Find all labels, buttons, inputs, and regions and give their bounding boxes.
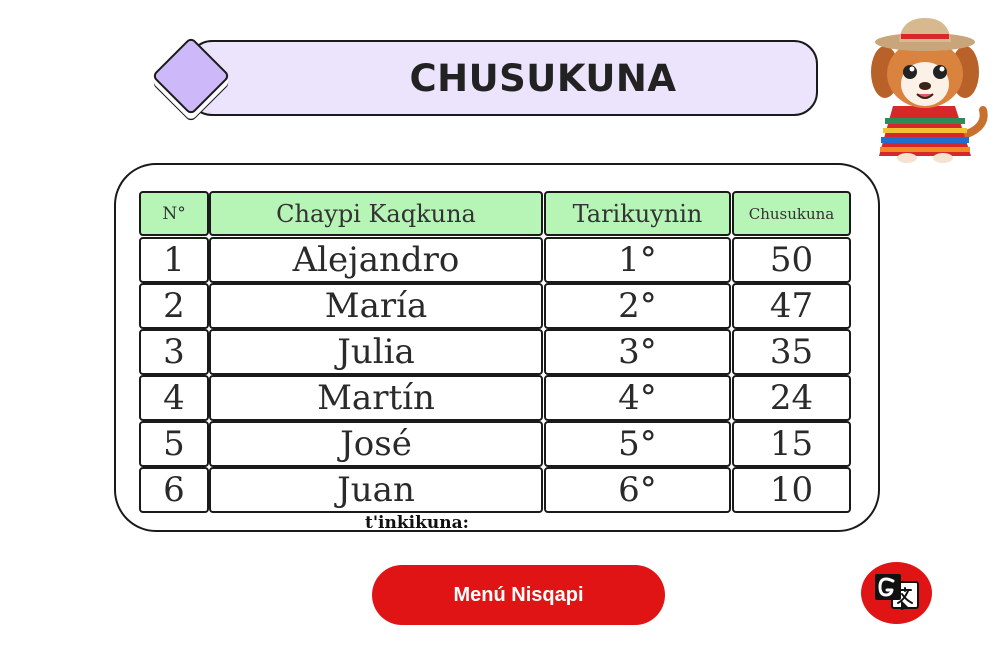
row-position: 3°: [544, 329, 731, 375]
menu-button[interactable]: Menú Nisqapi: [372, 565, 665, 625]
row-name: Julia: [209, 329, 543, 375]
row-position: 5°: [544, 421, 731, 467]
header-name: Chaypi Kaqkuna: [209, 191, 543, 236]
row-name: José: [209, 421, 543, 467]
translate-button[interactable]: [861, 562, 932, 624]
row-number: 6: [139, 467, 209, 513]
title-banner: CHUSUKUNA: [188, 40, 818, 116]
row-name: María: [209, 283, 543, 329]
translate-icon: [875, 574, 919, 610]
row-score: 15: [732, 421, 851, 467]
header-number: N°: [139, 191, 209, 236]
header-score: Chusukuna: [732, 191, 851, 236]
links-label: t'inkikuna:: [365, 513, 469, 533]
row-number: 4: [139, 375, 209, 421]
row-number: 2: [139, 283, 209, 329]
row-score: 50: [732, 237, 851, 283]
row-score: 10: [732, 467, 851, 513]
row-number: 5: [139, 421, 209, 467]
row-name: Juan: [209, 467, 543, 513]
row-number: 1: [139, 237, 209, 283]
row-score: 35: [732, 329, 851, 375]
row-position: 2°: [544, 283, 731, 329]
puppy-mascot-image: [871, 18, 988, 163]
row-name: Martín: [209, 375, 543, 421]
row-score: 47: [732, 283, 851, 329]
row-position: 1°: [544, 237, 731, 283]
page-title: CHUSUKUNA: [409, 56, 677, 100]
header-position: Tarikuynin: [544, 191, 731, 236]
row-position: 4°: [544, 375, 731, 421]
row-position: 6°: [544, 467, 731, 513]
row-name: Alejandro: [209, 237, 543, 283]
row-score: 24: [732, 375, 851, 421]
row-number: 3: [139, 329, 209, 375]
